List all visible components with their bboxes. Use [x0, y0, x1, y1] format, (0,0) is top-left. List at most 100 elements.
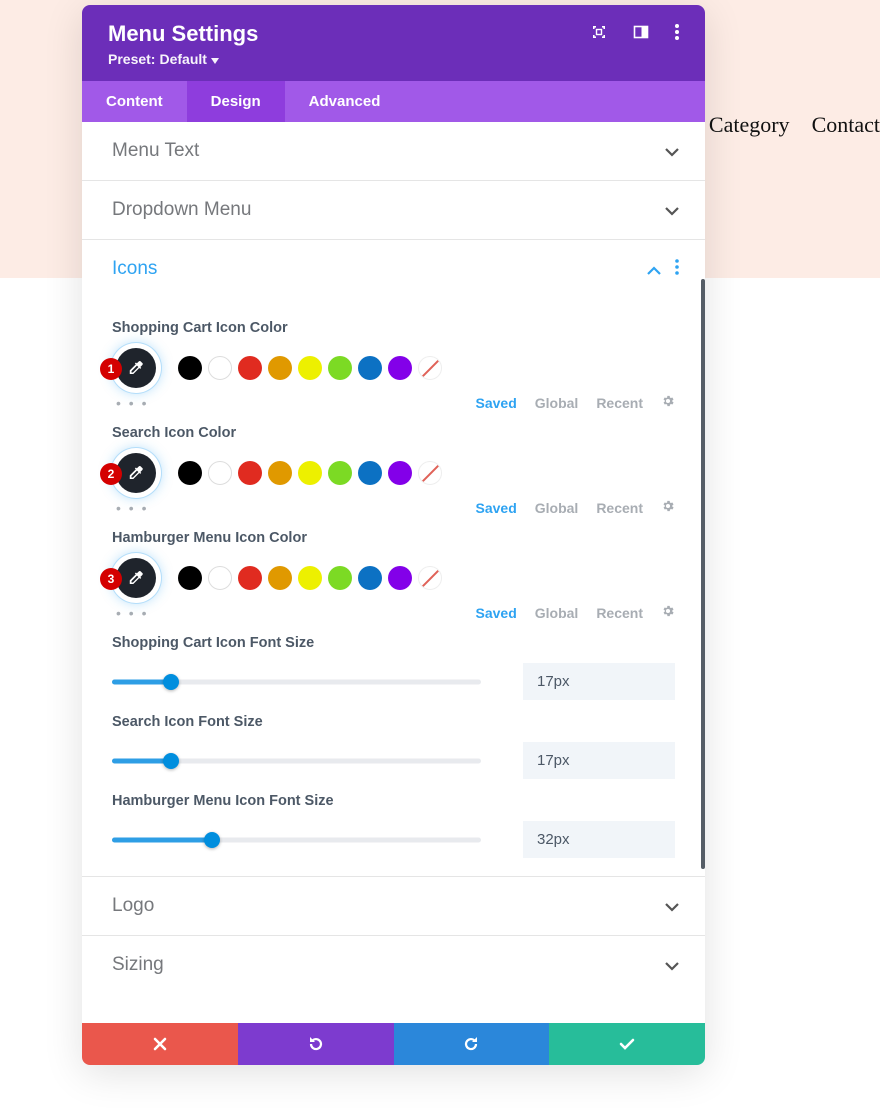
section-label: Logo: [112, 895, 154, 917]
size-slider[interactable]: [112, 749, 481, 773]
step-badge: 1: [100, 358, 122, 380]
slider-thumb[interactable]: [204, 832, 220, 848]
palette-tab-global[interactable]: Global: [535, 500, 579, 516]
color-swatch-white[interactable]: [208, 356, 232, 380]
color-swatch-white[interactable]: [208, 566, 232, 590]
sidebar-toggle-icon[interactable]: [633, 24, 649, 45]
palette-tab-global[interactable]: Global: [535, 395, 579, 411]
confirm-button[interactable]: [549, 1023, 705, 1065]
palette-tab-recent[interactable]: Recent: [596, 500, 643, 516]
cancel-button[interactable]: [82, 1023, 238, 1065]
color-swatch-orange[interactable]: [268, 356, 292, 380]
gear-icon[interactable]: [661, 604, 675, 621]
color-swatch-black[interactable]: [178, 356, 202, 380]
size-value-input[interactable]: [523, 663, 675, 700]
color-swatch-purple[interactable]: [388, 566, 412, 590]
section-label: Dropdown Menu: [112, 199, 251, 221]
size-slider[interactable]: [112, 828, 481, 852]
color-meta-row: • • • Saved Global Recent: [116, 394, 675, 411]
eyedropper-button[interactable]: [116, 558, 156, 598]
preset-selector[interactable]: Preset: Default: [108, 51, 679, 67]
color-field-label: Hamburger Menu Icon Color: [112, 530, 675, 546]
size-slider-row: [112, 821, 675, 858]
section-label: Sizing: [112, 954, 164, 976]
palette-tab-recent[interactable]: Recent: [596, 395, 643, 411]
step-badge: 3: [100, 568, 122, 590]
color-swatch-orange[interactable]: [268, 566, 292, 590]
color-swatch-red[interactable]: [238, 356, 262, 380]
section-dropdown-menu[interactable]: Dropdown Menu: [82, 181, 705, 240]
expand-icon[interactable]: [591, 24, 607, 45]
size-slider-row: [112, 742, 675, 779]
color-swatch-purple[interactable]: [388, 356, 412, 380]
color-swatch-red[interactable]: [238, 461, 262, 485]
palette-tab-recent[interactable]: Recent: [596, 605, 643, 621]
scrollbar-thumb[interactable]: [701, 279, 705, 869]
color-swatch-row: 3: [112, 558, 675, 598]
drag-handle-icon[interactable]: • • •: [116, 605, 148, 621]
redo-button[interactable]: [394, 1023, 550, 1065]
palette-tab-saved[interactable]: Saved: [476, 500, 517, 516]
undo-button[interactable]: [238, 1023, 394, 1065]
size-field-label: Search Icon Font Size: [112, 714, 675, 730]
slider-thumb[interactable]: [163, 753, 179, 769]
kebab-menu-icon[interactable]: [675, 24, 679, 45]
panel-footer-actions: [82, 1023, 705, 1065]
panel-header: Menu Settings Preset: Default: [82, 5, 705, 81]
palette-tab-saved[interactable]: Saved: [476, 395, 517, 411]
color-swatch-none[interactable]: [418, 566, 442, 590]
section-icons[interactable]: Icons: [82, 240, 705, 298]
color-swatch-black[interactable]: [178, 566, 202, 590]
size-field-label: Shopping Cart Icon Font Size: [112, 635, 675, 651]
section-sizing[interactable]: Sizing: [82, 936, 705, 986]
chevron-down-icon: [665, 200, 679, 221]
eyedropper-button[interactable]: [116, 348, 156, 388]
color-swatch-purple[interactable]: [388, 461, 412, 485]
color-swatch-green[interactable]: [328, 566, 352, 590]
color-swatch-yellow[interactable]: [298, 356, 322, 380]
drag-handle-icon[interactable]: • • •: [116, 500, 148, 516]
preset-prefix: Preset:: [108, 51, 155, 67]
section-label: Icons: [112, 258, 157, 280]
color-swatch-black[interactable]: [178, 461, 202, 485]
color-swatch-blue[interactable]: [358, 566, 382, 590]
color-swatch-none[interactable]: [418, 356, 442, 380]
tab-content[interactable]: Content: [82, 81, 187, 122]
color-swatch-none[interactable]: [418, 461, 442, 485]
color-swatch-yellow[interactable]: [298, 566, 322, 590]
chevron-down-icon: [665, 955, 679, 976]
section-logo[interactable]: Logo: [82, 877, 705, 936]
nav-link-category[interactable]: Category: [709, 112, 790, 138]
color-swatch-white[interactable]: [208, 461, 232, 485]
nav-link-contact[interactable]: Contact: [812, 112, 880, 138]
color-swatch-red[interactable]: [238, 566, 262, 590]
drag-handle-icon[interactable]: • • •: [116, 395, 148, 411]
icons-section-body: Shopping Cart Icon Color1• • •SavedGloba…: [82, 298, 705, 877]
color-swatch-orange[interactable]: [268, 461, 292, 485]
size-slider-row: [112, 663, 675, 700]
gear-icon[interactable]: [661, 499, 675, 516]
color-swatch-row: 1: [112, 348, 675, 388]
size-value-input[interactable]: [523, 821, 675, 858]
tab-advanced[interactable]: Advanced: [285, 81, 405, 122]
color-field-label: Search Icon Color: [112, 425, 675, 441]
tab-design[interactable]: Design: [187, 81, 285, 122]
palette-tab-saved[interactable]: Saved: [476, 605, 517, 621]
color-swatch-green[interactable]: [328, 356, 352, 380]
color-swatch-green[interactable]: [328, 461, 352, 485]
color-swatch-blue[interactable]: [358, 356, 382, 380]
preset-value: Default: [159, 51, 206, 67]
gear-icon[interactable]: [661, 394, 675, 411]
eyedropper-button[interactable]: [116, 453, 156, 493]
site-top-nav: Category Contact: [709, 112, 880, 138]
section-menu-text[interactable]: Menu Text: [82, 122, 705, 181]
size-slider[interactable]: [112, 670, 481, 694]
color-swatch-yellow[interactable]: [298, 461, 322, 485]
size-value-input[interactable]: [523, 742, 675, 779]
slider-thumb[interactable]: [163, 674, 179, 690]
size-field-label: Hamburger Menu Icon Font Size: [112, 793, 675, 809]
panel-tabs: Content Design Advanced: [82, 81, 705, 122]
palette-tab-global[interactable]: Global: [535, 605, 579, 621]
color-swatch-blue[interactable]: [358, 461, 382, 485]
kebab-menu-icon[interactable]: [675, 259, 679, 280]
